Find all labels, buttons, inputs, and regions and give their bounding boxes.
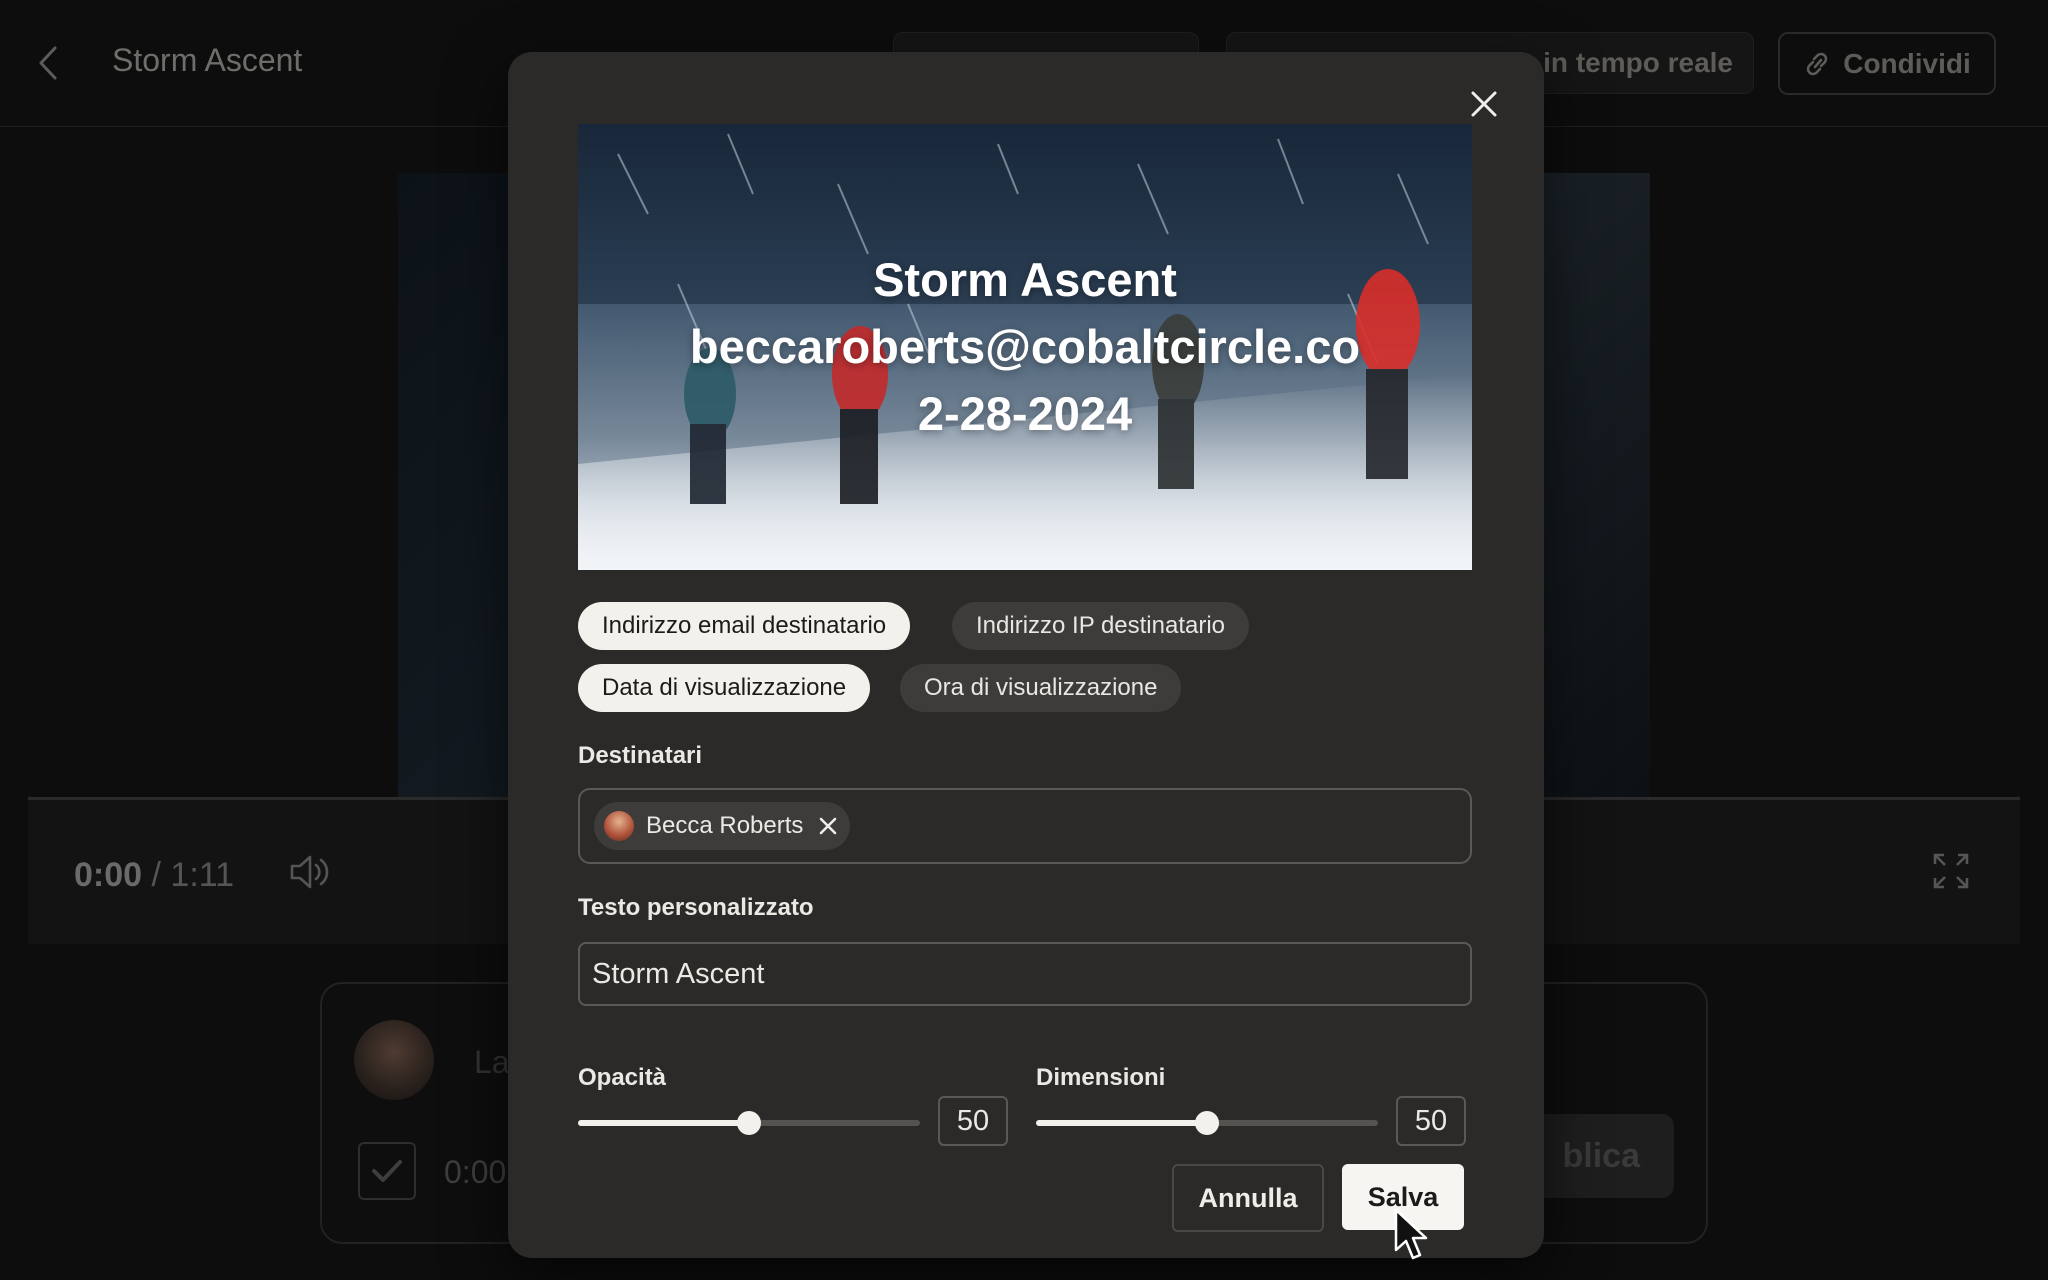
publish-button-label: blica: [1562, 1136, 1640, 1175]
opacity-slider-fill: [578, 1120, 749, 1126]
watermark-line-title: Storm Ascent: [873, 253, 1177, 306]
avatar: [354, 1020, 434, 1100]
chip-label: Data di visualizzazione: [602, 674, 847, 701]
fullscreen-icon[interactable]: [1932, 852, 1970, 890]
watermark-line-email: beccaroberts@cobaltcircle.co: [689, 320, 1361, 373]
link-icon: [1806, 52, 1828, 75]
chip-label: Indirizzo IP destinatario: [976, 612, 1226, 639]
size-value-input[interactable]: 50: [1396, 1096, 1466, 1146]
custom-text-label: Testo personalizzato: [578, 894, 814, 921]
chip-recipient-ip[interactable]: Indirizzo IP destinatario: [952, 602, 1250, 650]
recipient-tag: Becca Roberts: [594, 802, 850, 850]
close-icon: [1471, 91, 1497, 117]
chip-recipient-email[interactable]: Indirizzo email destinatario: [578, 602, 911, 650]
cancel-button[interactable]: Annulla: [1172, 1164, 1324, 1232]
share-button-label: Condividi: [1843, 47, 1971, 79]
chevron-left-icon: [39, 46, 57, 80]
size-slider-fill: [1036, 1120, 1207, 1126]
watermark-dialog: Storm Ascent beccaroberts@cobaltcircle.c…: [508, 52, 1544, 1258]
comment-timestamp: 0:00: [444, 1154, 507, 1190]
size-slider-thumb[interactable]: [1195, 1111, 1219, 1135]
opacity-value-input[interactable]: 50: [938, 1096, 1008, 1146]
size-label: Dimensioni: [1036, 1064, 1166, 1091]
chip-label: Ora di visualizzazione: [924, 674, 1158, 701]
current-time: 0:00: [74, 856, 143, 894]
mouse-pointer-icon: [1394, 1208, 1428, 1260]
recipient-name: Becca Roberts: [646, 812, 804, 839]
back-button[interactable]: [30, 40, 66, 86]
opacity-slider-thumb[interactable]: [737, 1111, 761, 1135]
custom-text-input[interactable]: [578, 942, 1472, 1006]
time-readout: 0:00 / 1:11: [74, 856, 234, 895]
watermark-text: Storm Ascent beccaroberts@cobaltcircle.c…: [578, 246, 1472, 447]
check-icon: [372, 1160, 402, 1182]
chip-label: Indirizzo email destinatario: [602, 612, 887, 639]
share-button[interactable]: Condividi: [1778, 32, 1996, 95]
realtime-button-label: in tempo reale: [1543, 47, 1733, 78]
chip-view-time[interactable]: Ora di visualizzazione: [900, 664, 1182, 712]
app-title: Storm Ascent: [112, 42, 303, 78]
avatar: [604, 811, 634, 841]
remove-recipient-button[interactable]: [819, 817, 837, 835]
volume-icon[interactable]: [288, 852, 332, 892]
recipients-field[interactable]: Becca Roberts: [578, 788, 1472, 864]
recipients-label: Destinatari: [578, 742, 703, 769]
watermark-line-date: 2-28-2024: [917, 387, 1133, 440]
comment-input[interactable]: La: [474, 1044, 510, 1081]
close-button[interactable]: [1462, 82, 1506, 126]
timestamp-checkbox[interactable]: [358, 1142, 416, 1200]
watermark-preview: Storm Ascent beccaroberts@cobaltcircle.c…: [578, 124, 1472, 570]
duration: / 1:11: [151, 856, 235, 894]
opacity-label: Opacità: [578, 1064, 667, 1091]
close-icon: [820, 817, 837, 835]
chip-view-date[interactable]: Data di visualizzazione: [578, 664, 871, 712]
